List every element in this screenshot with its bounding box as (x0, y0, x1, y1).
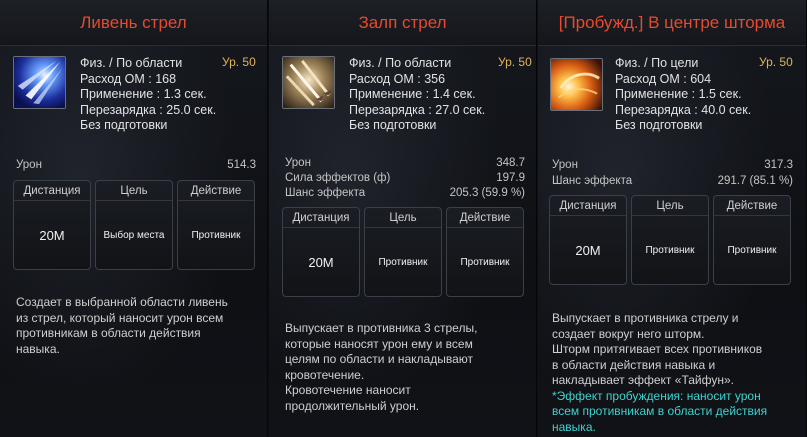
stat-row-damage: Урон 348.7 (285, 157, 525, 169)
skill-info: Физ. / По цели Расход ОМ : 604 Применени… (615, 56, 751, 134)
stat-row-effect-chance: Шанс эффекта 205.3 (59.9 %) (285, 187, 525, 199)
skill-title: [Пробужд.] В центре шторма (538, 0, 806, 46)
skill-cost: Расход ОМ : 356 (349, 71, 446, 86)
skill-description: Выпускает в противника стрелу и создает … (552, 311, 768, 434)
awakening-effect: *Эффект пробуждения: наносит урон (552, 388, 761, 403)
stat-row-effect-chance: Шанс эффекта 291.7 (85.1 %) (552, 175, 793, 187)
skill-cooldown: Перезарядка : 27.0 сек. (349, 102, 486, 117)
stat-row-effect-power: Сила эффектов (ф) 197.9 (285, 172, 525, 184)
range-box: Дистанция 20M (549, 195, 627, 285)
target-box: Цель Противник (364, 207, 442, 297)
range-box: Дистанция 20M (282, 207, 360, 297)
skill-panel-arrow-rain: Ливень стрел Ур. 50 Физ. / По области Ра… (0, 0, 268, 437)
skill-cost: Расход ОМ : 604 (615, 71, 712, 86)
skill-panel-storm-center: [Пробужд.] В центре шторма Ур. 50 Физ. /… (538, 0, 807, 437)
skill-title: Ливень стрел (0, 0, 267, 46)
awakening-effect: навыка. (552, 419, 596, 434)
skill-title: Залп стрел (269, 0, 536, 46)
skill-level: Ур. 50 (498, 55, 532, 69)
skill-param-boxes: Дистанция 20M Цель Противник Действие Пр… (549, 195, 795, 285)
target-box: Цель Противник (631, 195, 709, 285)
skill-info: Физ. / По области Расход ОМ : 356 Примен… (349, 56, 485, 134)
skill-preparation: Без подготовки (615, 118, 703, 132)
skill-type: Физ. / По области (80, 56, 183, 70)
skill-panel-arrow-volley: Залп стрел Ур. 50 Физ. / По области Расх… (269, 0, 537, 437)
stat-row-damage: Урон 317.3 (552, 159, 793, 171)
awakening-effect: всем противникам в области действия (552, 404, 768, 418)
skill-cooldown: Перезарядка : 40.0 сек. (615, 102, 752, 117)
skill-type: Физ. / По области (349, 56, 452, 70)
skill-cast-time: Применение : 1.4 сек. (349, 87, 476, 101)
skill-description: Выпускает в противника 3 стрелы, которые… (285, 321, 478, 413)
skill-cooldown: Перезарядка : 25.0 сек. (80, 102, 217, 117)
action-box: Действие Противник (177, 180, 255, 270)
skill-type: Физ. / По цели (615, 56, 699, 70)
arrow-rain-skill-icon (13, 56, 66, 109)
stat-row-damage: Урон 514.3 (16, 159, 256, 171)
skill-param-boxes: Дистанция 20M Цель Выбор места Действие … (13, 180, 257, 270)
skill-level: Ур. 50 (759, 55, 793, 69)
action-box: Действие Противник (713, 195, 791, 285)
target-box: Цель Выбор места (95, 180, 173, 270)
arrow-volley-skill-icon (282, 56, 335, 109)
action-box: Действие Противник (446, 207, 524, 297)
skill-param-boxes: Дистанция 20M Цель Противник Действие Пр… (282, 207, 526, 297)
skill-preparation: Без подготовки (80, 118, 168, 132)
skill-cost: Расход ОМ : 168 (80, 71, 177, 86)
skill-preparation: Без подготовки (349, 118, 437, 132)
storm-center-skill-icon (550, 58, 603, 111)
skill-info: Физ. / По области Расход ОМ : 168 Примен… (80, 56, 216, 134)
skill-level: Ур. 50 (222, 55, 256, 69)
skill-description: Создает в выбранной области ливень из ст… (16, 295, 228, 356)
skill-cast-time: Применение : 1.5 сек. (615, 87, 742, 101)
skill-cast-time: Применение : 1.3 сек. (80, 87, 207, 101)
range-box: Дистанция 20M (13, 180, 91, 270)
